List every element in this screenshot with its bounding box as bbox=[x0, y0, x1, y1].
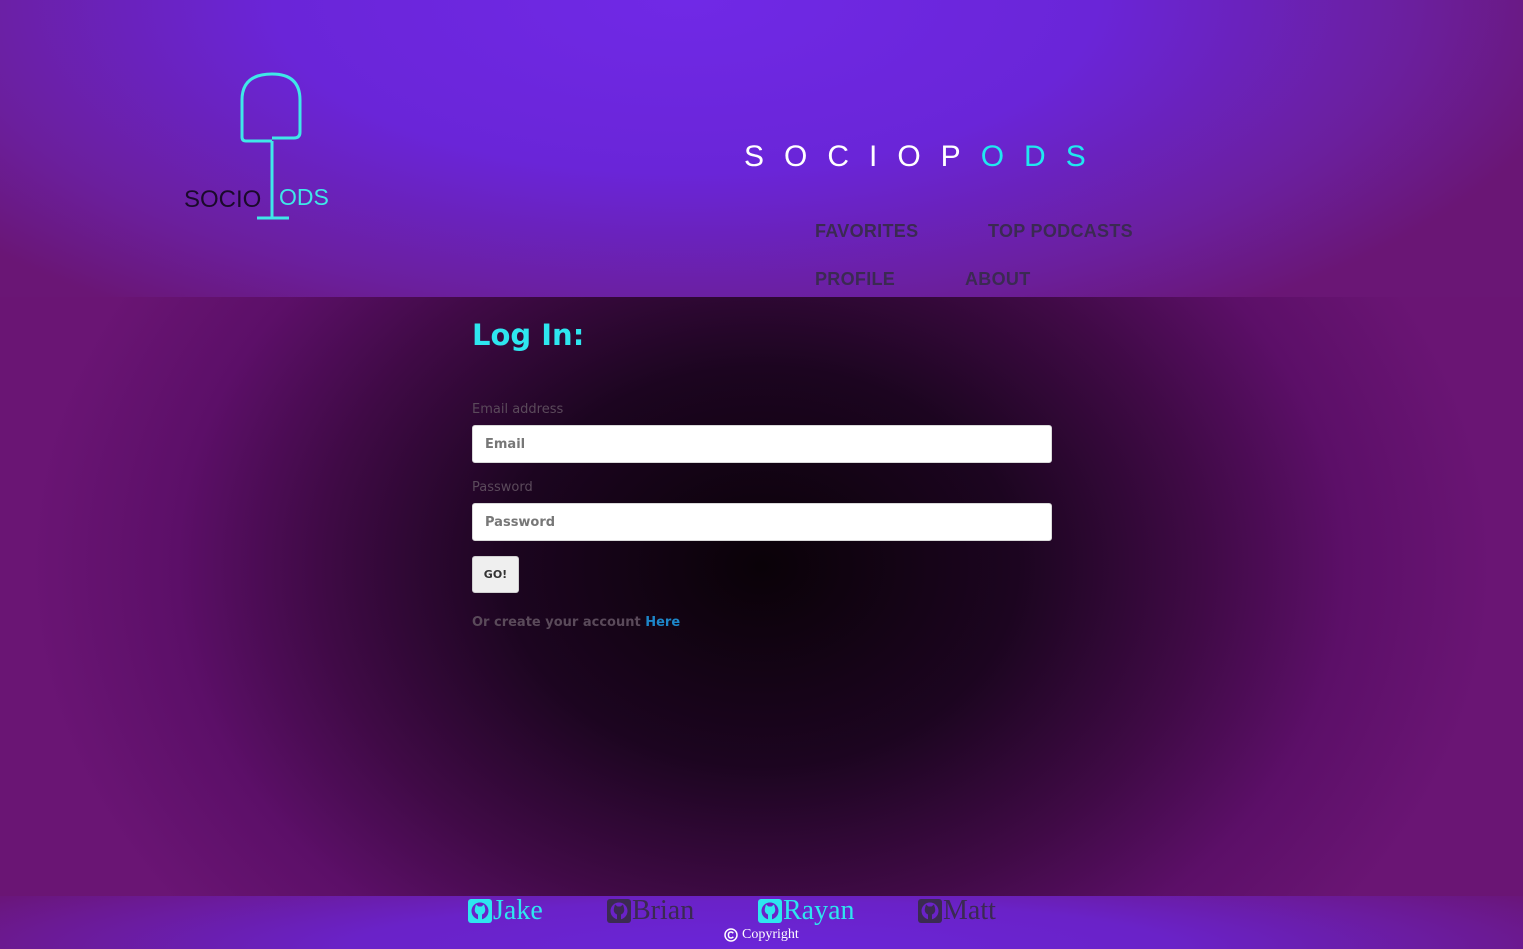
footer-link-label: Jake bbox=[493, 895, 543, 926]
submit-button[interactable]: GO! bbox=[472, 556, 519, 593]
site-header: SOCIO ODS SOCIOPODS FAVORITES TOP PODCAS… bbox=[0, 0, 1523, 297]
footer-link-rayan[interactable]: Rayan bbox=[758, 895, 855, 926]
nav-top-podcasts[interactable]: TOP PODCASTS bbox=[988, 221, 1133, 242]
github-icon bbox=[918, 899, 942, 923]
logo-text-socio: SOCIO bbox=[184, 186, 262, 213]
github-icon bbox=[468, 899, 492, 923]
nav-about[interactable]: ABOUT bbox=[965, 269, 1031, 290]
footer-link-label: Brian bbox=[632, 895, 695, 926]
email-label: Email address bbox=[472, 402, 564, 417]
copyright-notice: Copyright bbox=[724, 927, 799, 943]
github-icon bbox=[758, 899, 782, 923]
brand-title: SOCIOPODS bbox=[744, 140, 1106, 174]
copyright-text: Copyright bbox=[742, 927, 799, 942]
email-input[interactable] bbox=[472, 425, 1052, 463]
create-account-link[interactable]: Here bbox=[645, 615, 680, 630]
create-account-text: Or create your account bbox=[472, 615, 641, 630]
footer-link-matt[interactable]: Matt bbox=[918, 895, 996, 926]
footer-link-brian[interactable]: Brian bbox=[607, 895, 695, 926]
logo-text-ods: ODS bbox=[279, 184, 329, 210]
main-content bbox=[0, 297, 1523, 896]
nav-profile[interactable]: PROFILE bbox=[815, 269, 895, 290]
brand-title-part2: ODS bbox=[980, 140, 1106, 173]
footer-link-jake[interactable]: Jake bbox=[468, 895, 543, 926]
nav-favorites[interactable]: FAVORITES bbox=[815, 221, 918, 242]
github-icon bbox=[607, 899, 631, 923]
footer-link-label: Rayan bbox=[783, 895, 855, 926]
footer-link-label: Matt bbox=[943, 895, 996, 926]
create-account-line: Or create your account Here bbox=[472, 615, 680, 630]
site-logo[interactable]: SOCIO ODS bbox=[180, 70, 340, 225]
copyright-icon bbox=[724, 928, 738, 942]
login-title: Log In: bbox=[472, 318, 585, 352]
brand-title-part1: SOCIOP bbox=[744, 140, 981, 173]
password-input[interactable] bbox=[472, 503, 1052, 541]
password-label: Password bbox=[472, 480, 533, 495]
